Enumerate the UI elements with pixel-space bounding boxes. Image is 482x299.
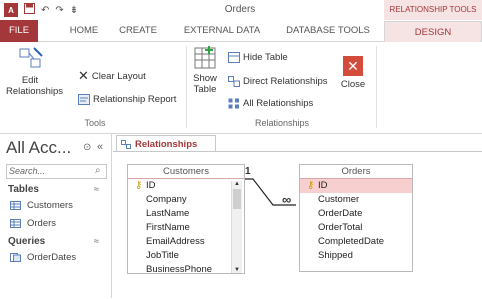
navigation-pane: All Acc... ⊙ « Search... ⌕ Tables ≈ Cust… <box>0 134 112 298</box>
close-label: Close <box>340 79 366 90</box>
table-title[interactable]: Customers <box>128 165 244 179</box>
relationships-group-label: Relationships <box>254 118 310 128</box>
edit-relationships-icon <box>19 47 43 68</box>
field-row[interactable]: ⚷ ID <box>128 179 244 193</box>
field-row[interactable]: BusinessPhone <box>128 263 244 273</box>
table-scrollbar[interactable]: ▲ ▼ <box>231 181 242 273</box>
edit-relationships-label-1: Edit <box>21 75 39 86</box>
primary-key-icon: ⚷ <box>307 180 315 191</box>
field-row[interactable]: JobTitle <box>128 249 244 263</box>
show-table-label-1: Show <box>193 73 217 84</box>
title-bar: A ↶ ↷ ⇟ Orders RELATIONSHIP TOOLS <box>0 0 482 20</box>
relationships-canvas[interactable]: 1 ∞ Customers ⚷ ID Company LastName First… <box>113 151 482 298</box>
direct-relationships-icon <box>228 76 240 87</box>
collapse-section-icon[interactable]: ≈ <box>94 236 99 246</box>
customers-table-window[interactable]: Customers ⚷ ID Company LastName FirstName… <box>127 164 245 274</box>
tab-relationships[interactable]: Relationships <box>116 135 216 152</box>
tab-home[interactable]: HOME <box>60 20 108 42</box>
hide-table-label: Hide Table <box>243 52 288 63</box>
ribbon-separator <box>376 46 377 128</box>
direct-relationships-label: Direct Relationships <box>243 76 328 87</box>
search-icon[interactable]: ⌕ <box>95 165 101 176</box>
scroll-up-icon[interactable]: ▲ <box>232 181 242 187</box>
nav-item-orderdates[interactable]: OrderDates <box>10 252 76 263</box>
close-button[interactable]: ✕ Close <box>336 56 370 90</box>
document-area: Relationships 1 ∞ Customers ⚷ ID Company … <box>113 134 482 298</box>
table-icon <box>10 219 21 228</box>
relationship-report-label: Relationship Report <box>93 94 177 105</box>
query-icon <box>10 253 21 262</box>
nav-section-queries[interactable]: Queries <box>8 236 45 247</box>
nav-options-icon[interactable]: ⊙ <box>83 142 91 153</box>
show-table-label-2: Table <box>193 84 217 95</box>
tab-create[interactable]: CREATE <box>108 20 168 42</box>
orders-table-window[interactable]: Orders ⚷ ID Customer OrderDate OrderTotal… <box>299 164 413 272</box>
tools-group-label: Tools <box>84 118 106 128</box>
table-title[interactable]: Orders <box>300 165 412 179</box>
field-row[interactable]: Customer <box>300 193 412 207</box>
nav-search-input[interactable]: Search... <box>6 164 107 179</box>
nav-pane-title[interactable]: All Acc... <box>6 138 71 158</box>
relationship-one-label: 1 <box>245 166 251 177</box>
field-row-selected[interactable]: ⚷ ID <box>300 179 412 193</box>
tab-design[interactable]: DESIGN <box>384 21 482 43</box>
show-table-button[interactable]: Show Table <box>190 46 220 95</box>
ribbon-tabs: FILE HOME CREATE EXTERNAL DATA DATABASE … <box>0 20 482 43</box>
redo-icon[interactable]: ↷ <box>55 5 63 16</box>
field-row[interactable]: OrderTotal <box>300 221 412 235</box>
relationships-tab-label: Relationships <box>135 138 198 150</box>
field-row[interactable]: FirstName <box>128 221 244 235</box>
nav-item-orders[interactable]: Orders <box>10 218 56 229</box>
quick-access-toolbar: A ↶ ↷ ⇟ <box>4 3 78 17</box>
clear-layout-button[interactable]: ✕ Clear Layout <box>78 68 146 84</box>
relationship-many-label: ∞ <box>282 192 292 207</box>
table-icon <box>10 201 21 210</box>
close-red-x-icon: ✕ <box>343 56 363 76</box>
field-row[interactable]: CompletedDate <box>300 235 412 249</box>
ribbon: Edit Relationships ✕ Clear Layout Relati… <box>0 42 482 134</box>
nav-item-customers[interactable]: Customers <box>10 200 73 211</box>
save-icon[interactable] <box>24 3 35 17</box>
tab-external-data[interactable]: EXTERNAL DATA <box>174 20 270 42</box>
hide-table-icon <box>228 52 240 63</box>
nav-item-label: Orders <box>27 218 57 229</box>
relationships-tab-icon <box>121 139 131 149</box>
all-relationships-icon <box>228 98 239 109</box>
relationship-report-button[interactable]: Relationship Report <box>78 94 176 105</box>
close-x-icon: ✕ <box>78 68 89 83</box>
all-relationships-button[interactable]: All Relationships <box>228 98 313 109</box>
window-title: Orders <box>224 4 256 15</box>
tab-file[interactable]: FILE <box>0 20 38 42</box>
ribbon-separator <box>186 46 187 128</box>
nav-item-label: Customers <box>27 200 73 211</box>
edit-relationships-label-2: Relationships <box>6 86 64 97</box>
nav-section-tables[interactable]: Tables <box>8 184 39 195</box>
hide-table-button[interactable]: Hide Table <box>228 52 288 63</box>
access-logo-icon: A <box>4 3 18 17</box>
tab-database-tools[interactable]: DATABASE TOOLS <box>278 20 378 42</box>
direct-relationships-button[interactable]: Direct Relationships <box>228 76 327 87</box>
field-row[interactable]: EmailAddress <box>128 235 244 249</box>
collapse-section-icon[interactable]: ≈ <box>94 184 99 194</box>
clear-layout-label: Clear Layout <box>91 70 146 82</box>
undo-icon[interactable]: ↶ <box>41 5 49 16</box>
edit-relationships-button[interactable]: Edit Relationships <box>6 46 64 97</box>
report-icon <box>78 94 90 105</box>
contextual-tools-label: RELATIONSHIP TOOLS <box>384 0 482 20</box>
nav-item-label: OrderDates <box>27 252 77 263</box>
field-row[interactable]: LastName <box>128 207 244 221</box>
all-relationships-label: All Relationships <box>243 98 314 109</box>
field-row[interactable]: Shipped <box>300 249 412 263</box>
field-row[interactable]: Company <box>128 193 244 207</box>
field-row[interactable]: OrderDate <box>300 207 412 221</box>
customize-icon[interactable]: ⇟ <box>70 5 78 16</box>
nav-collapse-icon[interactable]: « <box>97 141 103 153</box>
scroll-thumb[interactable] <box>233 189 241 209</box>
table-grid-icon <box>194 46 216 69</box>
primary-key-icon: ⚷ <box>135 180 143 191</box>
scroll-down-icon[interactable]: ▼ <box>232 267 242 273</box>
